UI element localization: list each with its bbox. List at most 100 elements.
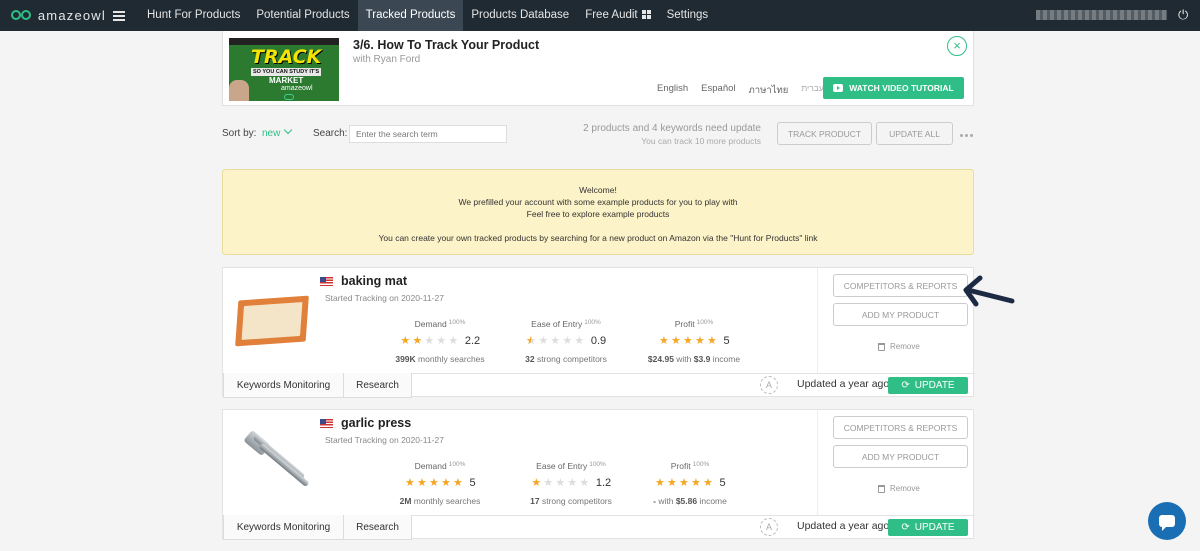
star-icon: ★ [567, 476, 578, 489]
star-icon: ★ [555, 476, 566, 489]
metric-percent: 100% [448, 461, 466, 468]
lang-spanish[interactable]: Español [701, 83, 735, 98]
star-icon: ★ [679, 476, 689, 489]
product-image-baking-mat[interactable] [233, 280, 311, 358]
welcome-line-3: Feel free to explore example products [526, 209, 670, 219]
product-image-garlic-press[interactable] [233, 422, 311, 500]
tab-research[interactable]: Research [343, 373, 412, 398]
star-icon: ★ [562, 334, 573, 347]
metric-value: 0.9 [590, 335, 607, 347]
metric-sub-text: with [655, 496, 676, 506]
add-my-product-button[interactable]: ADD MY PRODUCT [833, 445, 968, 468]
metric-title: Ease of Entry [536, 461, 588, 471]
owl-logo-icon [284, 94, 294, 100]
metric-value: 5 [723, 335, 730, 347]
star-icon: ★ [683, 334, 693, 347]
star-icon: ★ [579, 476, 590, 489]
metric-title: Profit [674, 319, 695, 329]
star-icon: ★ [543, 476, 554, 489]
more-dots-icon[interactable] [960, 134, 973, 137]
star-icon: ★ [671, 334, 681, 347]
metric-sub-value: 17 [530, 496, 540, 506]
metric-value: 2.2 [464, 335, 481, 347]
update-button[interactable]: ⟳ UPDATE [888, 377, 968, 394]
competitors-reports-button[interactable]: COMPETITORS & REPORTS [833, 274, 968, 297]
tab-research[interactable]: Research [343, 515, 412, 540]
tutorial-title: 3/6. How To Track Your Product [353, 38, 540, 52]
add-my-product-button[interactable]: ADD MY PRODUCT [833, 303, 968, 326]
nav-potential-products[interactable]: Potential Products [248, 0, 357, 31]
nav-tracked-products[interactable]: Tracked Products [357, 0, 464, 31]
nav-free-audit[interactable]: Free Audit [577, 0, 658, 31]
metric-sub-text: strong competitors [539, 496, 612, 506]
star-rating: ★ ★ ★ ★ ★ [658, 334, 717, 347]
lang-english[interactable]: English [657, 83, 688, 98]
metric-sub-text: income [710, 354, 741, 364]
chat-button[interactable] [1148, 502, 1186, 540]
metric-title: Demand [414, 319, 447, 329]
star-icon: ★ [574, 334, 585, 347]
last-updated-text: Updated a year ago [797, 378, 890, 390]
tutorial-subtitle: with Ryan Ford [353, 54, 421, 65]
nav-hunt-for-products[interactable]: Hunt For Products [139, 0, 248, 31]
update-label: UPDATE [914, 380, 955, 391]
update-all-button[interactable]: UPDATE ALL [876, 122, 953, 145]
star-rating: ★ ★ ★ ★ ★ [531, 476, 590, 489]
remove-button[interactable]: Remove [878, 342, 920, 351]
tutorial-banner: TRACK SO YOU CAN STUDY IT'S MARKET amaze… [222, 31, 974, 106]
welcome-line-4: You can create your own tracked products… [378, 233, 818, 243]
metric-title: Demand [414, 461, 447, 471]
update-button[interactable]: ⟳ UPDATE [888, 519, 968, 536]
auto-update-icon[interactable]: A [760, 376, 778, 394]
user-email-redacted[interactable] [1036, 10, 1167, 20]
us-flag-icon [320, 419, 333, 428]
star-icon: ★ [417, 476, 427, 489]
nav-settings[interactable]: Settings [659, 0, 717, 31]
track-product-button[interactable]: TRACK PRODUCT [777, 122, 872, 145]
close-icon[interactable]: × [947, 36, 967, 56]
remove-label: Remove [890, 342, 920, 351]
tab-keywords-monitoring[interactable]: Keywords Monitoring [223, 373, 344, 398]
star-icon: ★ [405, 476, 415, 489]
nav-products-database[interactable]: Products Database [463, 0, 577, 31]
chevron-down-icon[interactable] [283, 125, 293, 135]
youtube-play-icon [833, 84, 844, 92]
star-icon: ★ [441, 476, 451, 489]
owl-logo-icon [11, 9, 33, 23]
watch-video-label: WATCH VIDEO TUTORIAL [849, 83, 954, 93]
metric-value: 1.2 [595, 477, 612, 489]
product-card: garlic press Started Tracking on 2020-11… [222, 409, 975, 540]
lang-thai[interactable]: ภาษาไทย [749, 83, 789, 98]
hamburger-menu-icon[interactable] [113, 9, 125, 23]
star-icon: ★ [531, 476, 542, 489]
trash-icon [878, 484, 885, 493]
search-input[interactable] [349, 125, 507, 143]
star-icon: ★ [667, 476, 677, 489]
logout-icon[interactable]: ⏻ [1178, 8, 1192, 22]
star-icon: ★ [453, 476, 463, 489]
metric-sub-text: with [673, 354, 694, 364]
competitors-reports-button[interactable]: COMPETITORS & REPORTS [833, 416, 968, 439]
product-card: baking mat Started Tracking on 2020-11-2… [222, 267, 975, 398]
sort-dropdown[interactable]: new [262, 128, 280, 139]
video-thumbnail[interactable]: TRACK SO YOU CAN STUDY IT'S MARKET amaze… [229, 38, 339, 101]
watch-video-tutorial-button[interactable]: WATCH VIDEO TUTORIAL [823, 77, 964, 99]
remove-button[interactable]: Remove [878, 484, 920, 493]
star-rating: ★ ★ ★ ★ ★ [526, 334, 585, 347]
refresh-icon: ⟳ [901, 522, 910, 533]
qr-code-icon [641, 10, 651, 19]
annotation-arrow-icon [963, 275, 1015, 307]
lang-hebrew[interactable]: עברית [801, 83, 823, 98]
star-icon: ★ [703, 476, 713, 489]
auto-update-icon[interactable]: A [760, 518, 778, 536]
metric-sub-text: monthly searches [411, 496, 481, 506]
metric-sub-text: income [697, 496, 727, 506]
product-name[interactable]: baking mat [341, 274, 407, 288]
tab-keywords-monitoring[interactable]: Keywords Monitoring [223, 515, 344, 540]
demand-metric: Demand 100% ★ ★ ★ ★ ★ 5 2M monthly searches [375, 461, 505, 506]
metric-percent: 100% [696, 319, 714, 326]
star-icon: ★ [695, 334, 705, 347]
star-icon: ★ [659, 334, 669, 347]
logo[interactable]: amazeowl [0, 8, 106, 23]
product-name[interactable]: garlic press [341, 416, 411, 430]
